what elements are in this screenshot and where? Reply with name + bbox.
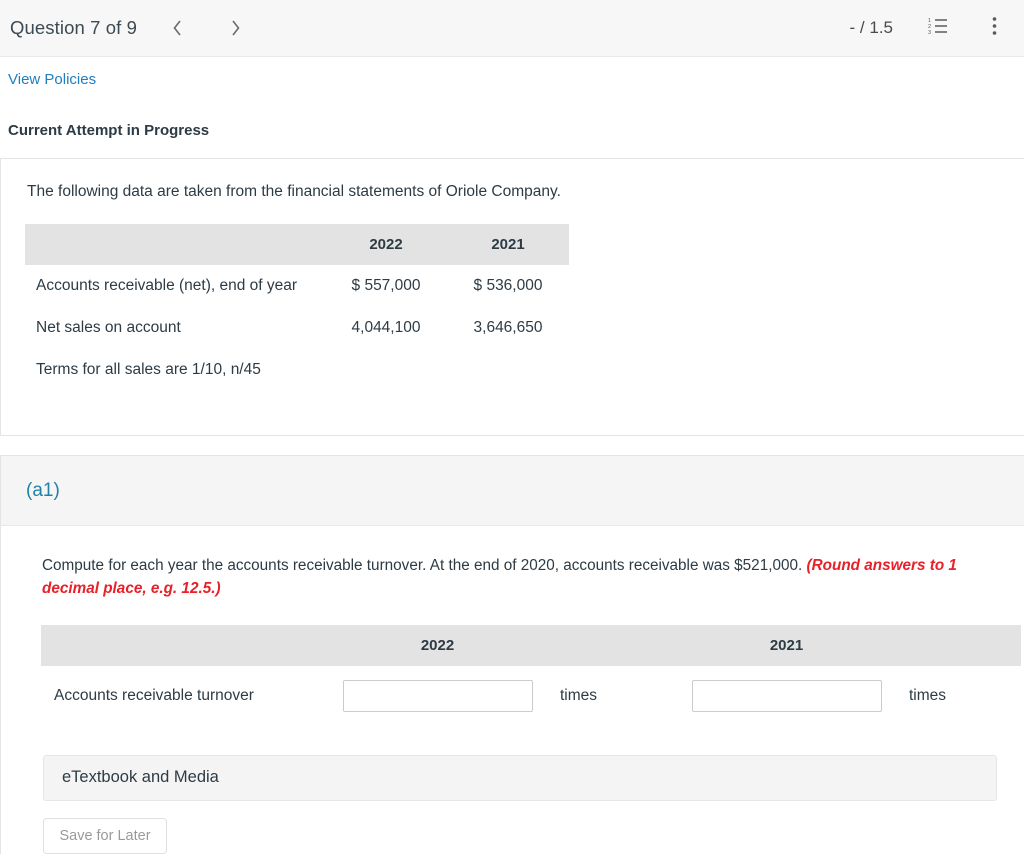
part-a1-header: (a1) (0, 455, 1024, 526)
answer-table-body: Accounts receivable turnover times times (41, 666, 1021, 727)
table-row: Accounts receivable (net), end of year $… (25, 265, 569, 307)
row-value-ar-2022: $ 557,000 (351, 276, 421, 294)
view-policies-link[interactable]: View Policies (0, 57, 96, 88)
svg-text:3: 3 (928, 30, 931, 35)
financial-header-2021: 2021 (491, 235, 525, 253)
table-row: Net sales on account 4,044,100 3,646,650 (25, 307, 569, 349)
more-options-button[interactable] (979, 13, 1009, 43)
part-a1-body: Compute for each year the accounts recei… (0, 526, 1024, 854)
answer-input-2022[interactable] (342, 680, 533, 712)
vertical-dots-icon (992, 16, 997, 41)
answer-table: 2022 2021 Accounts receivable turnover t… (41, 624, 1021, 727)
financial-table-header-row: 2022 2021 (25, 223, 569, 265)
table-row: Terms for all sales are 1/10, n/45 (25, 349, 569, 391)
row-value-ar-2021: $ 536,000 (473, 276, 543, 294)
part-label: (a1) (26, 479, 60, 501)
row-terms-note: Terms for all sales are 1/10, n/45 (36, 360, 261, 378)
question-page: View Policies Current Attempt in Progres… (0, 57, 1024, 854)
financial-data-table: 2022 2021 Accounts receivable (net), end… (25, 223, 569, 391)
row-label-net-sales: Net sales on account (36, 318, 181, 336)
answer-header-blank (41, 625, 323, 666)
financial-header-2022: 2022 (369, 235, 403, 253)
answer-header-2022: 2022 (420, 636, 455, 654)
question-counter: Question 7 of 9 (10, 17, 137, 38)
row-label-accounts-receivable: Accounts receivable (net), end of year (36, 276, 298, 294)
save-for-later-button[interactable]: Save for Later (43, 817, 167, 854)
question-list-button[interactable]: 1 2 3 (923, 13, 953, 43)
answer-header-unit-2022 (552, 625, 672, 666)
numbered-list-icon: 1 2 3 (928, 17, 948, 40)
answer-cell-2021 (672, 666, 901, 727)
section-gap (0, 436, 1024, 455)
question-toolbar: Question 7 of 9 - / 1.5 1 2 3 (0, 0, 1024, 57)
chevron-left-icon (171, 18, 184, 38)
answer-table-header-row: 2022 2021 (41, 624, 1021, 666)
answer-unit-2021: times (909, 687, 947, 704)
previous-question-button[interactable] (161, 11, 195, 45)
answer-header-unit-2021 (901, 625, 1021, 666)
financial-table-body: Accounts receivable (net), end of year $… (25, 265, 569, 391)
etextbook-label: eTextbook and Media (62, 768, 219, 786)
answer-unit-2022: times (560, 687, 598, 704)
footer-buttons: Save for Later (43, 817, 1024, 854)
etextbook-and-media-panel[interactable]: eTextbook and Media (43, 754, 997, 801)
financial-header-blank (25, 224, 325, 265)
answer-input-2021[interactable] (691, 680, 882, 712)
score-display: - / 1.5 (849, 18, 893, 37)
row-value-netsales-2021: 3,646,650 (473, 318, 543, 336)
next-question-button[interactable] (219, 11, 253, 45)
data-card-intro: The following data are taken from the fi… (27, 183, 561, 200)
prompt-main-text: Compute for each year the accounts recei… (42, 557, 807, 574)
answer-table-head: 2022 2021 (41, 624, 1021, 666)
view-policies-wrapper: View Policies (0, 57, 1024, 89)
answer-header-2021: 2021 (769, 636, 804, 654)
chevron-right-icon (229, 18, 242, 38)
answer-cell-2022 (323, 666, 552, 727)
question-prompt: Compute for each year the accounts recei… (1, 554, 1024, 601)
question-data-card: The following data are taken from the fi… (0, 158, 1024, 436)
answer-row-label: Accounts receivable turnover (54, 687, 254, 704)
row-value-netsales-2022: 4,044,100 (351, 318, 421, 336)
financial-table-head: 2022 2021 (25, 223, 569, 265)
table-row: Accounts receivable turnover times times (41, 666, 1021, 727)
attempt-status-text: Current Attempt in Progress (8, 122, 210, 139)
